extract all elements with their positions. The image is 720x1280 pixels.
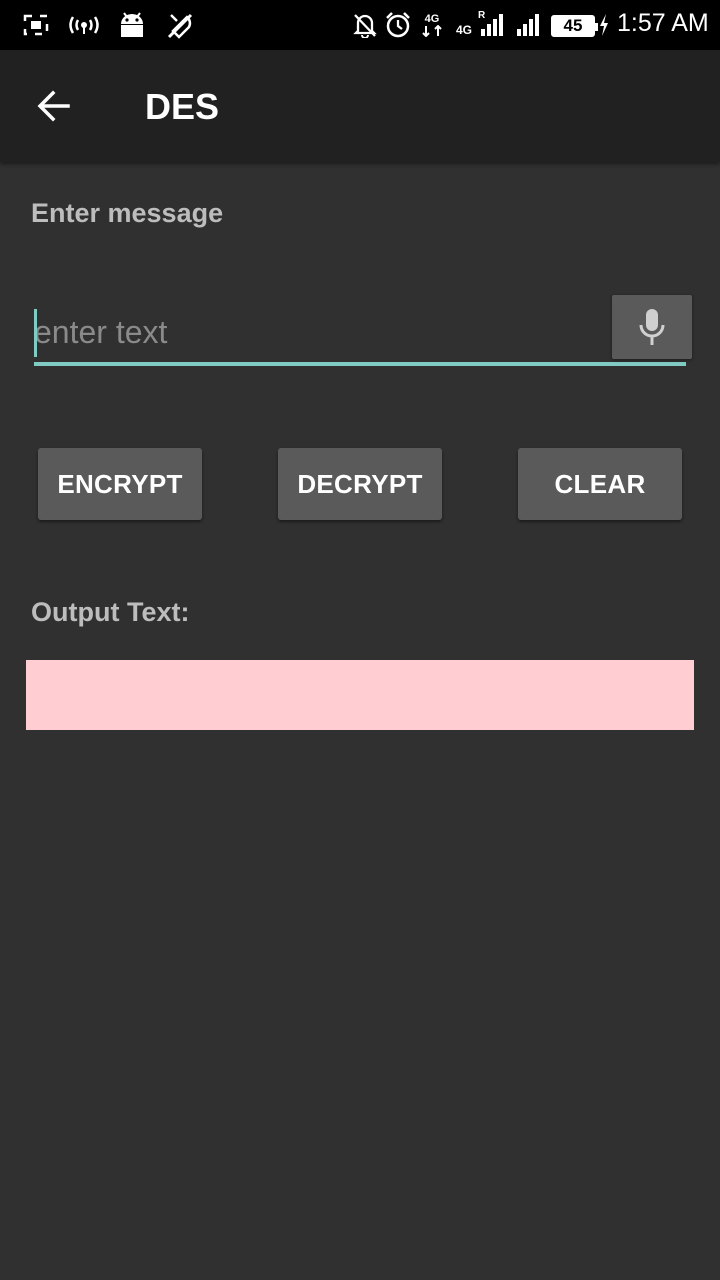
- battery-level: 45: [563, 16, 583, 35]
- message-input-container: [34, 300, 686, 366]
- network-type-1: 4G: [424, 12, 440, 25]
- roaming-indicator: R: [478, 10, 486, 21]
- notifications-off-icon: [352, 11, 378, 39]
- data-arrows-icon: 4G: [418, 11, 446, 39]
- signal-icon: [512, 9, 542, 39]
- android-icon: [118, 11, 146, 39]
- encrypt-button[interactable]: ENCRYPT: [38, 448, 202, 520]
- back-button[interactable]: [22, 74, 86, 138]
- output-label: Output Text:: [31, 597, 190, 627]
- app-bar: DES: [0, 50, 720, 162]
- hotspot-icon: [66, 11, 102, 39]
- charging-icon: [598, 11, 610, 39]
- clear-button[interactable]: CLEAR: [518, 448, 682, 520]
- text-cursor: [34, 309, 37, 357]
- microphone-icon: [638, 307, 666, 347]
- arrow-back-icon: [36, 88, 72, 124]
- screenshot-icon: [22, 11, 50, 39]
- status-bar: 4G 4G R 45 1:57 AM: [0, 0, 720, 50]
- input-underline: [34, 362, 686, 366]
- message-label: Enter message: [31, 198, 224, 228]
- output-text-box: [26, 660, 694, 730]
- page-title: DES: [145, 86, 220, 127]
- decrypt-button[interactable]: DECRYPT: [278, 448, 442, 520]
- message-input[interactable]: [34, 300, 606, 364]
- voice-input-button[interactable]: [612, 295, 692, 359]
- battery-icon: 45: [551, 15, 598, 37]
- no-location-icon: [162, 11, 198, 39]
- status-time: 1:57 AM: [617, 9, 709, 37]
- alarm-icon: [384, 11, 412, 39]
- network-type-2: 4G: [455, 23, 472, 37]
